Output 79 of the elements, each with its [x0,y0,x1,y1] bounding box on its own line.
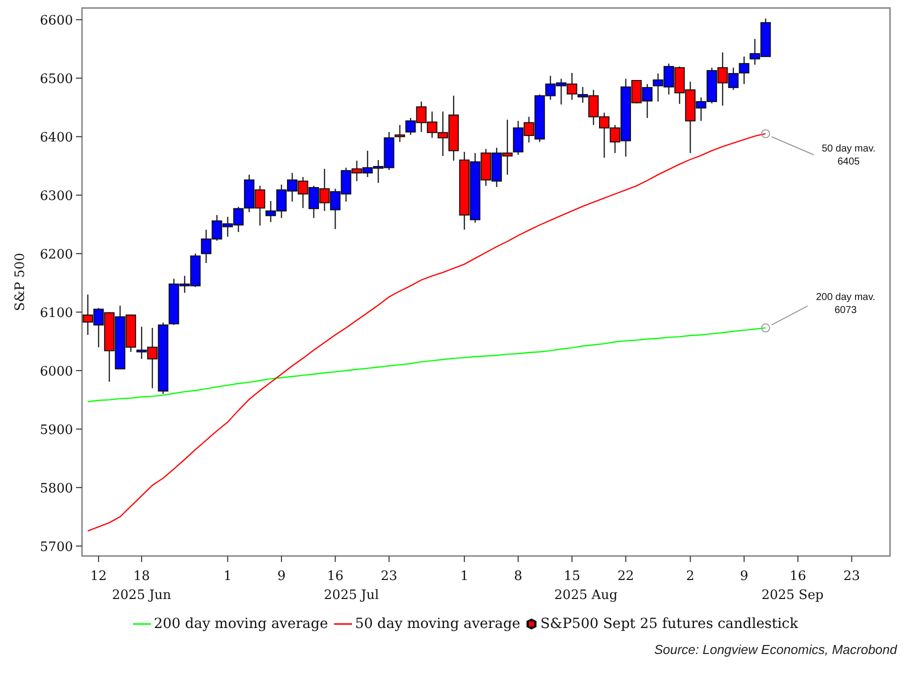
x-tick-label: 16 [327,569,344,584]
source-note: Source: Longview Economics, Macrobond [654,642,897,657]
y-axis-title: S&P 500 [13,252,28,312]
x-tick-mark [518,556,519,562]
leader-line [771,136,814,156]
candlestick [652,74,664,102]
y-tick-label: 5800 [40,482,73,497]
candlestick-legend-icon [526,618,538,630]
month-label: 2025 Jun [112,588,172,603]
candlestick [319,168,330,211]
x-tick-mark [744,556,745,562]
legend-label: S&P500 Sept 25 futures candlestick [540,616,798,632]
endpoint-marker [761,323,770,332]
legend-label: 50 day moving average [355,616,520,632]
x-tick-label: 23 [843,569,860,584]
y-tick-mark [76,428,82,430]
y-tick-label: 5700 [40,540,73,556]
y-tick-label: 6600 [40,14,73,29]
y-tick-mark [76,487,82,488]
month-label: 2025 Sep [761,588,824,603]
callout-label: 200 day mav. 6073 [816,292,876,316]
candlestick [664,64,674,95]
y-tick-label: 6000 [40,364,73,380]
candlestick [222,216,233,237]
y-tick-mark [76,19,82,20]
candlestick [738,56,750,84]
x-tick-label: 9 [277,569,286,584]
candlestick [491,148,502,187]
x-tick-mark [227,556,228,562]
x-tick-mark [851,556,852,562]
x-tick-label: 1 [460,569,469,584]
candlestick [82,294,94,335]
x-tick-mark [797,556,798,562]
candlestick [330,188,340,230]
x-tick-mark [690,556,691,562]
candlestick [200,230,212,263]
x-tick-label: 2 [686,569,694,584]
x-tick-label: 9 [740,569,748,584]
x-tick-label: 8 [514,569,522,584]
x-tick-label: 15 [564,569,580,584]
y-tick-mark [76,312,82,313]
x-tick-label: 22 [617,569,634,584]
x-tick-label: 23 [380,569,398,584]
candlestick [298,177,308,208]
y-tick-mark [76,78,82,79]
month-label: 2025 Aug [554,588,618,603]
y-tick-mark [76,194,82,196]
x-tick-mark [334,556,336,562]
x-tick-mark [388,556,390,562]
candlestick [287,172,298,202]
month-label: 2025 Jul [324,588,379,603]
y-tick-mark [76,136,82,138]
x-tick-mark [571,556,572,562]
y-tick-mark [76,546,82,547]
y-tick-mark [76,253,82,254]
endpoint-marker [761,129,770,138]
y-tick-label: 6200 [40,248,73,263]
x-tick-label: 18 [133,569,150,584]
candlestick [556,78,566,104]
x-tick-mark [141,556,142,562]
y-tick-label: 6300 [40,189,73,204]
legend-label: 200 day moving average [154,616,328,632]
x-tick-mark [280,556,282,562]
candlestick [212,215,222,241]
x-tick-mark [98,556,100,562]
x-tick-label: 12 [90,569,107,584]
y-tick-mark [76,370,82,372]
y-tick-label: 5900 [40,423,73,438]
candlestick [362,150,373,178]
callout-label: 50 day mav. 6405 [822,144,876,168]
y-tick-label: 6400 [40,130,73,146]
y-tick-label: 6100 [40,306,73,322]
leader-line [771,305,808,326]
x-tick-label: 16 [790,569,806,584]
x-tick-label: 1 [224,569,232,584]
candlestick [308,186,319,218]
x-tick-mark [464,556,465,562]
y-tick-label: 6500 [40,72,73,88]
x-tick-mark [625,556,626,562]
